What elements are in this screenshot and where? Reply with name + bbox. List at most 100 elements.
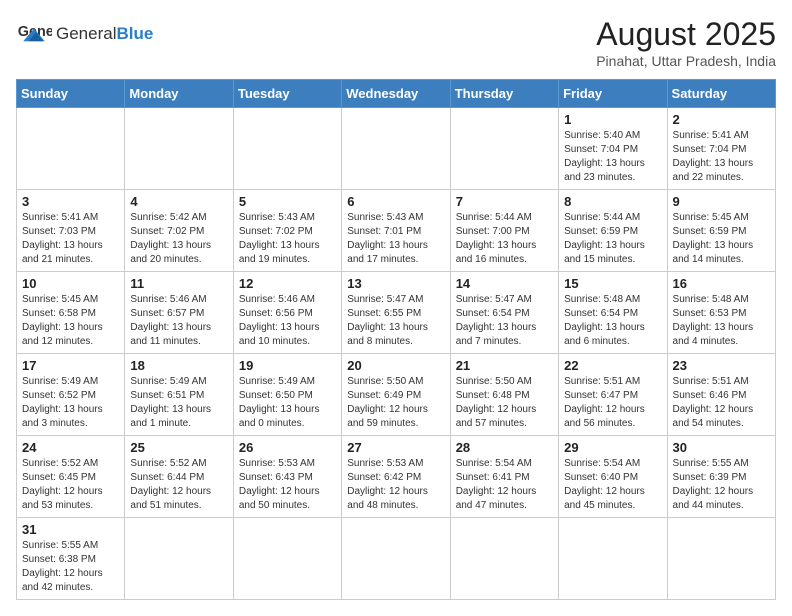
day-number: 10 [22, 276, 119, 291]
day-number: 2 [673, 112, 770, 127]
day-number: 6 [347, 194, 444, 209]
day-number: 29 [564, 440, 661, 455]
calendar-cell: 13Sunrise: 5:47 AM Sunset: 6:55 PM Dayli… [342, 272, 450, 354]
day-number: 3 [22, 194, 119, 209]
calendar-cell: 7 Sunrise: 5:44 AM Sunset: 7:00 PM Daylig… [450, 190, 558, 272]
calendar-subtitle: Pinahat, Uttar Pradesh, India [596, 53, 776, 69]
day-info: Sunrise: 5:47 AM Sunset: 6:54 PM Dayligh… [456, 293, 553, 349]
calendar-cell: 10 Sunrise: 5:45 AM Sunset: 6:58 PM Dayli… [17, 272, 125, 354]
calendar-cell: 11 Sunrise: 5:46 AM Sunset: 6:57 PM Dayli… [125, 272, 233, 354]
calendar-cell: 6 Sunrise: 5:43 AM Sunset: 7:01 PM Daylig… [342, 190, 450, 272]
calendar-cell: 16Sunrise: 5:48 AM Sunset: 6:53 PM Dayli… [667, 272, 775, 354]
calendar-cell: 8 Sunrise: 5:44 AM Sunset: 6:59 PM Daylig… [559, 190, 667, 272]
calendar-cell [342, 108, 450, 190]
calendar-row: 10 Sunrise: 5:45 AM Sunset: 6:58 PM Dayli… [17, 272, 776, 354]
calendar-cell [17, 108, 125, 190]
day-info: Sunrise: 5:55 AM Sunset: 6:38 PM Dayligh… [22, 539, 119, 595]
calendar-cell [450, 518, 558, 600]
day-info: Sunrise: 5:46 AM Sunset: 6:57 PM Dayligh… [130, 293, 227, 349]
calendar-cell: 26 Sunrise: 5:53 AM Sunset: 6:43 PM Dayli… [233, 436, 341, 518]
weekday-header-cell: Tuesday [233, 80, 341, 108]
day-info: Sunrise: 5:49 AM Sunset: 6:51 PM Dayligh… [130, 375, 227, 431]
day-info: Sunrise: 5:41 AM Sunset: 7:03 PM Dayligh… [22, 211, 119, 267]
day-number: 17 [22, 358, 119, 373]
calendar-cell: 27Sunrise: 5:53 AM Sunset: 6:42 PM Dayli… [342, 436, 450, 518]
logo-icon: General [16, 16, 52, 52]
day-number: 1 [564, 112, 661, 127]
day-number: 19 [239, 358, 336, 373]
calendar-body: 1 Sunrise: 5:40 AM Sunset: 7:04 PM Daylig… [17, 108, 776, 600]
day-info: Sunrise: 5:44 AM Sunset: 6:59 PM Dayligh… [564, 211, 661, 267]
logo-blue: Blue [116, 24, 153, 43]
calendar-cell: 2 Sunrise: 5:41 AM Sunset: 7:04 PM Daylig… [667, 108, 775, 190]
calendar-cell: 14 Sunrise: 5:47 AM Sunset: 6:54 PM Dayli… [450, 272, 558, 354]
calendar-title: August 2025 [596, 16, 776, 53]
day-info: Sunrise: 5:53 AM Sunset: 6:43 PM Dayligh… [239, 457, 336, 513]
day-info: Sunrise: 5:50 AM Sunset: 6:48 PM Dayligh… [456, 375, 553, 431]
title-area: August 2025 Pinahat, Uttar Pradesh, Indi… [596, 16, 776, 69]
day-info: Sunrise: 5:45 AM Sunset: 6:58 PM Dayligh… [22, 293, 119, 349]
day-number: 18 [130, 358, 227, 373]
day-info: Sunrise: 5:44 AM Sunset: 7:00 PM Dayligh… [456, 211, 553, 267]
day-info: Sunrise: 5:49 AM Sunset: 6:50 PM Dayligh… [239, 375, 336, 431]
calendar-cell: 31 Sunrise: 5:55 AM Sunset: 6:38 PM Dayli… [17, 518, 125, 600]
weekday-header-cell: Monday [125, 80, 233, 108]
calendar-cell: 18 Sunrise: 5:49 AM Sunset: 6:51 PM Dayli… [125, 354, 233, 436]
day-info: Sunrise: 5:43 AM Sunset: 7:01 PM Dayligh… [347, 211, 444, 267]
calendar-row: 24Sunrise: 5:52 AM Sunset: 6:45 PM Dayli… [17, 436, 776, 518]
day-info: Sunrise: 5:51 AM Sunset: 6:47 PM Dayligh… [564, 375, 661, 431]
calendar-cell: 17Sunrise: 5:49 AM Sunset: 6:52 PM Dayli… [17, 354, 125, 436]
calendar-cell: 21 Sunrise: 5:50 AM Sunset: 6:48 PM Dayli… [450, 354, 558, 436]
calendar-cell: 19 Sunrise: 5:49 AM Sunset: 6:50 PM Dayli… [233, 354, 341, 436]
calendar-cell: 9Sunrise: 5:45 AM Sunset: 6:59 PM Daylig… [667, 190, 775, 272]
day-info: Sunrise: 5:52 AM Sunset: 6:44 PM Dayligh… [130, 457, 227, 513]
day-info: Sunrise: 5:42 AM Sunset: 7:02 PM Dayligh… [130, 211, 227, 267]
day-info: Sunrise: 5:54 AM Sunset: 6:41 PM Dayligh… [456, 457, 553, 513]
calendar-row: 17Sunrise: 5:49 AM Sunset: 6:52 PM Dayli… [17, 354, 776, 436]
calendar-cell: 28 Sunrise: 5:54 AM Sunset: 6:41 PM Dayli… [450, 436, 558, 518]
calendar-row: 1 Sunrise: 5:40 AM Sunset: 7:04 PM Daylig… [17, 108, 776, 190]
day-info: Sunrise: 5:47 AM Sunset: 6:55 PM Dayligh… [347, 293, 444, 349]
day-number: 14 [456, 276, 553, 291]
day-info: Sunrise: 5:54 AM Sunset: 6:40 PM Dayligh… [564, 457, 661, 513]
logo-general: General [56, 24, 116, 43]
day-number: 8 [564, 194, 661, 209]
day-number: 31 [22, 522, 119, 537]
day-info: Sunrise: 5:41 AM Sunset: 7:04 PM Dayligh… [673, 129, 770, 185]
day-number: 26 [239, 440, 336, 455]
day-info: Sunrise: 5:52 AM Sunset: 6:45 PM Dayligh… [22, 457, 119, 513]
calendar-cell [233, 108, 341, 190]
calendar-cell [559, 518, 667, 600]
calendar-cell: 24Sunrise: 5:52 AM Sunset: 6:45 PM Dayli… [17, 436, 125, 518]
calendar-row: 3 Sunrise: 5:41 AM Sunset: 7:03 PM Daylig… [17, 190, 776, 272]
calendar-cell: 23Sunrise: 5:51 AM Sunset: 6:46 PM Dayli… [667, 354, 775, 436]
day-info: Sunrise: 5:55 AM Sunset: 6:39 PM Dayligh… [673, 457, 770, 513]
day-info: Sunrise: 5:50 AM Sunset: 6:49 PM Dayligh… [347, 375, 444, 431]
logo: General GeneralBlue [16, 16, 153, 52]
calendar-cell: 12Sunrise: 5:46 AM Sunset: 6:56 PM Dayli… [233, 272, 341, 354]
calendar-cell: 4 Sunrise: 5:42 AM Sunset: 7:02 PM Daylig… [125, 190, 233, 272]
day-number: 5 [239, 194, 336, 209]
calendar-cell [125, 108, 233, 190]
day-number: 16 [673, 276, 770, 291]
day-number: 21 [456, 358, 553, 373]
weekday-header-row: SundayMondayTuesdayWednesdayThursdayFrid… [17, 80, 776, 108]
day-number: 7 [456, 194, 553, 209]
day-number: 28 [456, 440, 553, 455]
day-info: Sunrise: 5:40 AM Sunset: 7:04 PM Dayligh… [564, 129, 661, 185]
calendar-cell: 15Sunrise: 5:48 AM Sunset: 6:54 PM Dayli… [559, 272, 667, 354]
calendar-cell: 25 Sunrise: 5:52 AM Sunset: 6:44 PM Dayli… [125, 436, 233, 518]
weekday-header-cell: Saturday [667, 80, 775, 108]
calendar-cell: 29 Sunrise: 5:54 AM Sunset: 6:40 PM Dayli… [559, 436, 667, 518]
weekday-header-cell: Friday [559, 80, 667, 108]
day-number: 12 [239, 276, 336, 291]
calendar-table: SundayMondayTuesdayWednesdayThursdayFrid… [16, 79, 776, 600]
calendar-cell [342, 518, 450, 600]
calendar-cell [450, 108, 558, 190]
day-number: 25 [130, 440, 227, 455]
weekday-header-cell: Wednesday [342, 80, 450, 108]
day-number: 11 [130, 276, 227, 291]
day-number: 4 [130, 194, 227, 209]
calendar-cell: 30 Sunrise: 5:55 AM Sunset: 6:39 PM Dayli… [667, 436, 775, 518]
day-number: 30 [673, 440, 770, 455]
